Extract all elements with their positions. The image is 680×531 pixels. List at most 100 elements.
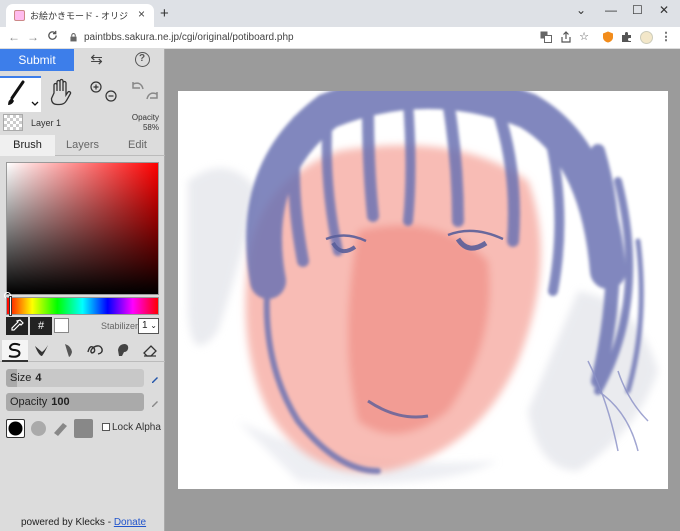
stabilizer-select[interactable]: 1 ⌄ <box>138 318 159 334</box>
size-slider-label: Size 4 <box>10 372 42 384</box>
extensions-puzzle-icon[interactable] <box>621 31 633 43</box>
stabilizer-label: Stabilizer <box>101 321 139 331</box>
layer-opacity-value: 58% <box>142 123 159 132</box>
smudge-brush-icon <box>118 344 129 356</box>
browser-tab[interactable]: お絵かきモード - オリジナルお絵かき掲 × <box>6 4 154 27</box>
square-shape-button[interactable] <box>74 419 93 438</box>
footer-prefix: powered by Klecks - <box>21 517 114 528</box>
bookmark-star-icon[interactable]: ☆ <box>578 31 590 43</box>
undo-redo-buttons[interactable] <box>124 76 165 112</box>
donate-link[interactable]: Donate <box>114 517 146 528</box>
layer-row[interactable]: Layer 1 Opacity 58% <box>0 112 165 135</box>
color-saturation-picker[interactable] <box>4 162 159 299</box>
tool-bar <box>0 76 165 112</box>
swap-layout-button[interactable]: ⇆ <box>74 49 119 71</box>
back-button[interactable]: ← <box>8 30 20 44</box>
eraser-icon <box>143 345 157 357</box>
stabilizer-value: 1 <box>142 320 148 331</box>
color-row: # Stabilizer 1 ⌄ <box>0 317 165 337</box>
new-tab-button[interactable]: + <box>160 5 169 22</box>
sketchy-brush-button[interactable] <box>56 340 82 362</box>
opacity-label: Opacity <box>10 396 48 408</box>
artwork-image <box>188 91 658 484</box>
hex-input-button[interactable]: # <box>30 317 52 335</box>
paint-app: Submit ⇆ ? Layer 1 Opacity 58% Brush Lay… <box>0 49 680 531</box>
opacity-slider[interactable]: Opacity 100 <box>6 393 144 411</box>
size-pressure-icon[interactable] <box>150 374 160 384</box>
tab-close-button[interactable]: × <box>138 7 145 21</box>
lock-alpha-label: Lock Alpha <box>112 422 161 433</box>
url-text: paintbbs.sakura.ne.jp/cgi/original/potib… <box>84 32 294 43</box>
undo-redo-icon <box>132 82 158 100</box>
url-input[interactable]: paintbbs.sakura.ne.jp/cgi/original/potib… <box>66 29 536 47</box>
sketchy-brush-icon <box>65 344 72 357</box>
menu-icon[interactable]: ⋮ <box>660 31 672 43</box>
pen-brush-button[interactable] <box>2 340 28 362</box>
lock-alpha-checkbox[interactable]: Lock Alpha <box>102 422 161 433</box>
panel-tabs: Brush Layers Edit <box>0 135 165 156</box>
eyedropper-icon <box>11 319 24 331</box>
brush-tool-button[interactable] <box>0 76 41 112</box>
blend-brush-button[interactable] <box>29 340 55 362</box>
hue-slider-handle[interactable] <box>9 296 12 316</box>
chisel-shape-button[interactable] <box>51 419 70 438</box>
share-icon[interactable] <box>560 31 572 43</box>
loop-brush-icon <box>87 345 103 355</box>
eraser-button[interactable] <box>137 340 163 362</box>
reload-icon <box>48 30 57 40</box>
tab-edit[interactable]: Edit <box>110 135 165 156</box>
tab-search-button[interactable]: ⌄ <box>576 3 586 17</box>
translate-icon[interactable] <box>540 31 552 43</box>
layer-name: Layer 1 <box>31 118 62 128</box>
size-slider[interactable]: Size 4 <box>6 369 144 387</box>
eyedropper-button[interactable] <box>6 317 28 335</box>
reload-button[interactable] <box>47 30 58 44</box>
close-window-button[interactable]: ✕ <box>659 3 669 17</box>
tab-brush[interactable]: Brush <box>0 135 55 156</box>
forward-button[interactable]: → <box>27 30 39 44</box>
zoom-buttons[interactable] <box>83 76 123 112</box>
smudge-brush-button[interactable] <box>110 340 136 362</box>
browser-address-bar: ← → paintbbs.sakura.ne.jp/cgi/original/p… <box>0 27 680 49</box>
tab-layers[interactable]: Layers <box>55 135 110 156</box>
size-value: 4 <box>35 372 42 384</box>
footer-credit: powered by Klecks - Donate <box>21 517 146 528</box>
help-button[interactable]: ? <box>119 49 165 71</box>
pen-stroke-icon <box>8 342 21 358</box>
hand-icon <box>50 78 72 106</box>
brush-shape-row: Lock Alpha <box>0 419 165 439</box>
opacity-value: 100 <box>51 396 70 408</box>
layer-opacity-label: Opacity <box>131 113 159 122</box>
checkbox-icon <box>102 423 110 431</box>
secondary-color-swatch[interactable] <box>54 318 69 333</box>
blend-brush-icon <box>35 345 48 356</box>
tool-panel: Submit ⇆ ? Layer 1 Opacity 58% Brush Lay… <box>0 49 165 531</box>
favicon-icon <box>14 10 25 21</box>
chisel-brush-icon <box>54 423 67 436</box>
top-buttons: Submit ⇆ ? <box>0 49 165 71</box>
opacity-slider-label: Opacity 100 <box>10 396 70 408</box>
layer-thumbnail[interactable] <box>3 114 23 131</box>
round-shape-button[interactable] <box>6 419 25 438</box>
soft-brush-icon <box>31 421 46 436</box>
round-brush-icon <box>8 421 23 436</box>
zoom-in-out-icon <box>90 81 117 102</box>
extension-orange-icon[interactable] <box>602 31 614 43</box>
brush-types <box>0 340 165 362</box>
hand-tool-button[interactable] <box>41 76 81 112</box>
soft-round-shape-button[interactable] <box>29 419 48 438</box>
lock-icon[interactable] <box>70 33 77 42</box>
brush-icon <box>8 80 39 106</box>
submit-button[interactable]: Submit <box>0 49 74 71</box>
tab-title: お絵かきモード - オリジナルお絵かき掲 <box>30 11 128 21</box>
minimize-button[interactable]: — <box>605 3 617 17</box>
pixel-brush-button[interactable] <box>83 340 109 362</box>
size-label: Size <box>10 372 32 384</box>
layer-opacity: Opacity 58% <box>132 113 159 133</box>
profile-icon[interactable] <box>640 31 653 44</box>
help-icon: ? <box>134 52 150 67</box>
maximize-button[interactable]: ☐ <box>632 3 643 17</box>
hue-slider[interactable] <box>6 296 159 316</box>
opacity-pressure-icon[interactable] <box>150 398 160 408</box>
drawing-canvas[interactable] <box>178 91 668 489</box>
